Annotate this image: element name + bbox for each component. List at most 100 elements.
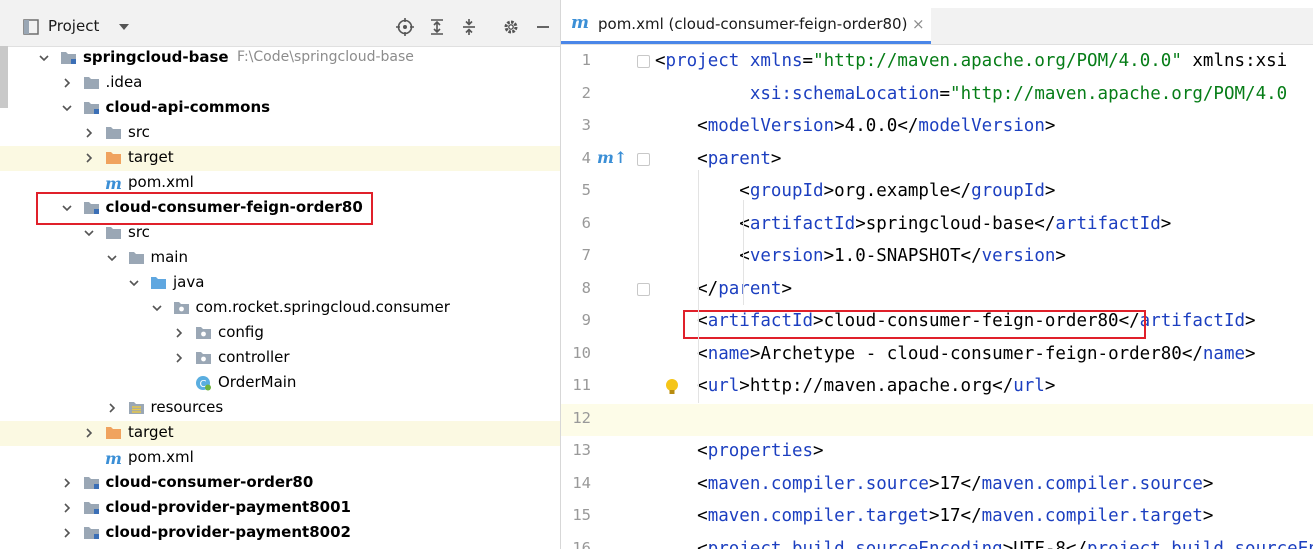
tree-row[interactable]: controller (0, 346, 560, 371)
line-number: 15 (572, 506, 591, 524)
chevron-down-icon[interactable] (60, 101, 74, 115)
chevron-down-icon[interactable] (82, 226, 96, 240)
chevron-down-icon[interactable] (105, 251, 119, 265)
indent-guide (743, 200, 744, 305)
chevron-right-icon[interactable] (60, 526, 74, 540)
code-line[interactable]: 10 <name>Archetype - cloud-consumer-feig… (561, 339, 1313, 371)
tree-row[interactable]: C OrderMain (0, 371, 560, 396)
code-line[interactable]: 4 <parent> m↑ (561, 144, 1313, 176)
source-folder-icon (151, 277, 166, 289)
maven-file-icon: m (105, 450, 122, 466)
code-line[interactable]: 7 <version>1.0-SNAPSHOT</version> (561, 241, 1313, 273)
project-view-title[interactable]: Project (48, 17, 99, 35)
code-line[interactable]: 14 <maven.compiler.source>17</maven.comp… (561, 469, 1313, 501)
line-number: 12 (572, 408, 591, 427)
tree-row[interactable]: com.rocket.springcloud.consumer (0, 296, 560, 321)
line-number: 6 (581, 213, 591, 232)
tree-item-label: main (150, 248, 188, 266)
tree-row[interactable]: cloud-provider-payment8001 (0, 496, 560, 521)
code-line[interactable]: 2 xsi:schemaLocation="http://maven.apach… (561, 79, 1313, 111)
line-number: 7 (581, 246, 591, 264)
tree-row[interactable]: src (0, 121, 560, 146)
chevron-right-icon[interactable] (105, 401, 119, 415)
tree-item-label: .idea (105, 73, 143, 91)
code-line[interactable]: 8 </parent> (561, 274, 1313, 306)
package-icon (196, 327, 211, 339)
tree-item-label: target (128, 148, 174, 166)
tree-item-label: cloud-consumer-order80 (105, 473, 314, 491)
chevron-right-icon[interactable] (82, 126, 96, 140)
chevron-right-icon[interactable] (172, 351, 186, 365)
code-line[interactable]: 16 <project.build.sourceEncoding>UTF-8</… (561, 534, 1313, 549)
tree-item-label: com.rocket.springcloud.consumer (195, 298, 450, 316)
code-text: <maven.compiler.source>17</maven.compile… (655, 473, 1214, 494)
fold-marker-icon[interactable] (637, 152, 650, 166)
indent-guide (698, 170, 699, 403)
project-view-icon (23, 19, 39, 35)
tab-pom-xml[interactable]: m pom.xml (cloud-consumer-feign-order80)… (561, 8, 931, 44)
line-number: 9 (581, 311, 591, 329)
maven-parent-gutter-icon[interactable]: m↑ (597, 148, 627, 167)
tree-row[interactable]: .idea (0, 71, 560, 96)
tree-item-label: OrderMain (218, 373, 297, 391)
package-icon (173, 302, 189, 314)
line-number: 8 (581, 278, 591, 297)
chevron-right-icon[interactable] (60, 76, 74, 90)
tree-row[interactable]: cloud-api-commons (0, 96, 560, 121)
code-line[interactable]: 6 <artifactId>springcloud-base</artifact… (561, 209, 1313, 241)
tree-row[interactable]: cloud-consumer-order80 (0, 471, 560, 496)
chevron-right-icon[interactable] (60, 476, 74, 490)
collapse-all-icon[interactable] (460, 18, 478, 36)
module-folder-icon (83, 477, 99, 489)
maven-file-icon: m (105, 175, 122, 191)
tree-row[interactable]: java (0, 271, 560, 296)
code-line[interactable]: 3 <modelVersion>4.0.0</modelVersion> (561, 111, 1313, 143)
code-line[interactable]: 15 <maven.compiler.target>17</maven.comp… (561, 501, 1313, 533)
chevron-right-icon[interactable] (82, 426, 96, 440)
line-number: 5 (581, 181, 591, 199)
chevron-down-icon[interactable] (117, 20, 131, 34)
editor-area: m pom.xml (cloud-consumer-feign-order80)… (561, 0, 1313, 549)
code-text: <artifactId>springcloud-base</artifactId… (655, 213, 1172, 234)
tree-row[interactable]: main (0, 246, 560, 271)
tree-row[interactable]: m pom.xml (0, 446, 560, 471)
chevron-right-icon[interactable] (60, 501, 74, 515)
code-text: xsi:schemaLocation="http://maven.apache.… (749, 83, 1288, 104)
maven-file-icon: m (571, 13, 589, 33)
line-number: 1 (581, 51, 591, 69)
module-folder-icon (83, 102, 99, 114)
chevron-down-icon[interactable] (150, 301, 164, 315)
tree-row[interactable]: cloud-provider-payment8002 (0, 521, 560, 546)
tree-row[interactable]: target (0, 421, 560, 446)
code-line[interactable]: 5 <groupId>org.example</groupId> (561, 176, 1313, 208)
project-path: F:\Code\springcloud-base (237, 49, 414, 65)
locate-icon[interactable] (396, 18, 414, 36)
chevron-down-icon[interactable] (127, 276, 141, 290)
fold-marker-icon[interactable] (637, 282, 650, 296)
code-text: <parent> (655, 148, 782, 169)
chevron-right-icon[interactable] (82, 151, 96, 165)
tree-row[interactable]: resources (0, 396, 560, 421)
code-line[interactable]: 1 <project xmlns="http://maven.apache.org… (561, 46, 1313, 78)
lightbulb-icon[interactable] (665, 378, 679, 396)
expand-all-icon[interactable] (428, 18, 446, 36)
svg-text:m: m (105, 175, 122, 191)
tree-row[interactable]: config (0, 321, 560, 346)
minimize-icon[interactable] (534, 18, 552, 36)
fold-marker-icon[interactable] (637, 55, 650, 68)
spring-class-icon: C (196, 376, 211, 391)
code-line[interactable]: 12 (561, 403, 1313, 436)
code-line[interactable]: 13 <properties> (561, 436, 1313, 468)
tree-item-label: cloud-api-commons (105, 98, 271, 116)
tree-row[interactable]: springcloud-base F:\Code\springcloud-base (0, 46, 560, 71)
tree-item-label: target (128, 423, 174, 441)
chevron-right-icon[interactable] (172, 326, 186, 340)
close-icon[interactable]: × (912, 15, 925, 33)
gear-icon[interactable] (502, 18, 520, 36)
line-number: 14 (572, 473, 591, 492)
tree-row[interactable]: target (0, 146, 560, 171)
code-line[interactable]: 11 <url>http://maven.apache.org</url> (561, 371, 1313, 403)
line-number: 10 (572, 343, 591, 362)
line-number: 4 (581, 148, 591, 167)
chevron-down-icon[interactable] (37, 51, 51, 65)
